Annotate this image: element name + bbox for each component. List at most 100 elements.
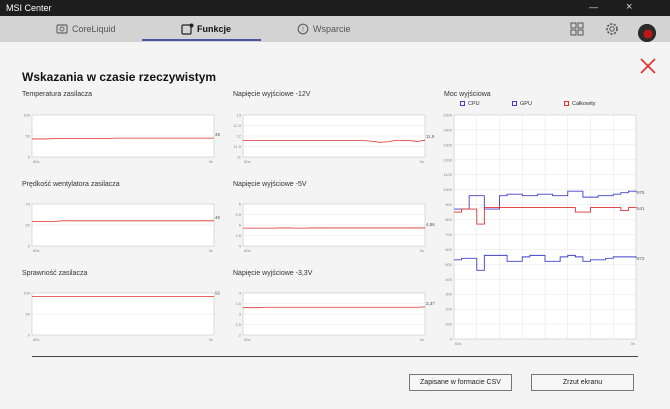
y-tick-label: 4.5 [235, 233, 241, 238]
y-tick-label: 11 [237, 155, 242, 160]
legend-item-total: Całkowity [564, 101, 596, 107]
coreliquid-icon [56, 24, 68, 34]
y-tick-label: 6 [239, 202, 242, 207]
x-tick-label: 0s [420, 248, 424, 253]
y-tick-label: 1400 [443, 127, 453, 132]
y-tick-label: 1300 [443, 142, 453, 147]
y-tick-label: 13 [237, 113, 242, 118]
x-tick-label: 0s [209, 337, 213, 342]
y-tick-label: 1100 [443, 172, 452, 177]
y-tick-label: 4 [239, 291, 242, 296]
tab-label: Funkcje [197, 24, 232, 34]
y-tick-label: 0 [450, 337, 453, 342]
y-tick-label: 12 [237, 134, 242, 139]
chart-title-output-power: Moc wyjściowa [444, 91, 491, 98]
tab-wsparcie[interactable]: ! Wsparcie [297, 16, 417, 42]
current-value-label: 4,86 [426, 222, 435, 227]
y-tick-label: 100 [23, 113, 30, 118]
minimize-button[interactable]: — [589, 2, 598, 12]
y-tick-label: 11.5 [234, 144, 242, 149]
y-tick-label: 800 [445, 217, 452, 222]
x-tick-label: 0s [420, 159, 424, 164]
y-tick-label: 400 [445, 277, 452, 282]
chart-title-3v3: Napięcie wyjściowe -3,3V [233, 270, 313, 277]
screenshot-button[interactable]: Zrzut ekranu [531, 374, 634, 391]
legend-item-cpu: CPU [460, 101, 480, 107]
current-value-label: 872 [637, 256, 645, 261]
y-tick-label: 1000 [443, 187, 453, 192]
y-tick-label: 2.5 [235, 322, 241, 327]
current-value-label: 46 [215, 215, 221, 220]
x-tick-label: 0s [209, 248, 213, 253]
voltage-3v3-chart: 4 3.5 3 2.5 260s 0s 3,37 [235, 291, 435, 343]
x-tick-label: 0s [209, 159, 213, 164]
output-power-chart: 1500140013001200110010009008007006005004… [443, 113, 645, 347]
app-title: MSI Center [6, 3, 52, 13]
chart-title-efficiency: Sprawność zasilacza [22, 270, 88, 277]
y-tick-label: 100 [445, 322, 452, 327]
x-tick-label: 60s [244, 337, 250, 342]
y-tick-label: 100 [23, 291, 30, 296]
title-bar: MSI Center — × [0, 0, 670, 16]
current-value-label: 45 [215, 132, 221, 137]
x-tick-label: 60s [244, 159, 250, 164]
features-icon [181, 23, 194, 35]
close-panel-icon[interactable] [640, 58, 656, 74]
x-tick-label: 60s [33, 337, 39, 342]
y-tick-label: 600 [445, 247, 452, 252]
fan-speed-chart: 70 50 060s 0s 46 [26, 202, 221, 254]
page-title: Wskazania w czasie rzeczywistym [22, 70, 217, 84]
support-icon: ! [297, 23, 309, 35]
y-tick-label: 70 [26, 202, 31, 207]
x-tick-label: 60s [33, 159, 39, 164]
x-tick-label: 60s [455, 341, 461, 346]
y-tick-label: 1500 [443, 113, 453, 118]
y-tick-label: 5 [239, 223, 242, 228]
y-tick-label: 1200 [443, 157, 453, 162]
current-value-label: 92 [215, 290, 221, 295]
separator-line [32, 356, 638, 357]
current-value-label: 975 [637, 190, 645, 195]
series-line-value [243, 306, 426, 309]
y-tick-label: 0 [28, 155, 31, 160]
y-tick-label: 50 [26, 312, 31, 317]
chart-title-fan-speed: Prędkość wentylatora zasilacza [22, 181, 120, 188]
close-window-button[interactable]: × [626, 1, 632, 13]
gear-icon[interactable] [604, 21, 620, 37]
y-tick-label: 5.5 [235, 212, 241, 217]
voltage-5v-chart: 6 5.5 5 4.5 460s 0s 4,86 [235, 202, 435, 254]
x-tick-label: 0s [420, 337, 424, 342]
y-tick-label: 300 [445, 292, 452, 297]
psu-temperature-chart: 100 50 060s 0s 45 [23, 113, 221, 165]
chart-title-5v: Napięcie wyjściowe -5V [233, 181, 307, 188]
chart-title-psu-temp: Temperatura zasilacza [22, 91, 93, 98]
tab-label: Wsparcie [313, 24, 351, 34]
y-tick-label: 0 [28, 333, 31, 338]
active-tab-indicator [142, 39, 261, 41]
x-tick-label: 60s [33, 248, 39, 253]
current-value-label: 3,37 [426, 301, 435, 306]
voltage-12v-chart: 13 12.5 12 11.5 1160s 0s 11,9 [233, 113, 435, 165]
svg-text:!: ! [302, 27, 304, 34]
y-tick-label: 500 [445, 262, 452, 267]
x-tick-label: 0s [631, 341, 635, 346]
y-tick-label: 200 [445, 307, 452, 312]
x-tick-label: 60s [244, 248, 250, 253]
tab-label: CoreLiquid [72, 24, 116, 34]
top-navigation: CoreLiquid Funkcje ! Wsparcie [0, 16, 670, 42]
y-tick-label: 3.5 [235, 301, 241, 306]
y-tick-label: 0 [28, 244, 31, 249]
y-tick-label: 50 [26, 223, 31, 228]
y-tick-label: 900 [445, 202, 452, 207]
avatar[interactable] [638, 24, 656, 42]
y-tick-label: 4 [239, 244, 242, 249]
dragon-logo-icon [638, 24, 656, 42]
y-tick-label: 50 [26, 134, 31, 139]
legend-item-gpu: GPU [512, 101, 532, 107]
y-tick-label: 2 [239, 333, 242, 338]
chart-title-12v: Napięcie wyjściowe -12V [233, 91, 311, 98]
save-csv-button[interactable]: Zapisane w formacie CSV [409, 374, 512, 391]
y-tick-label: 700 [445, 232, 452, 237]
grid-icon[interactable] [570, 22, 584, 36]
y-tick-label: 3 [239, 312, 242, 317]
